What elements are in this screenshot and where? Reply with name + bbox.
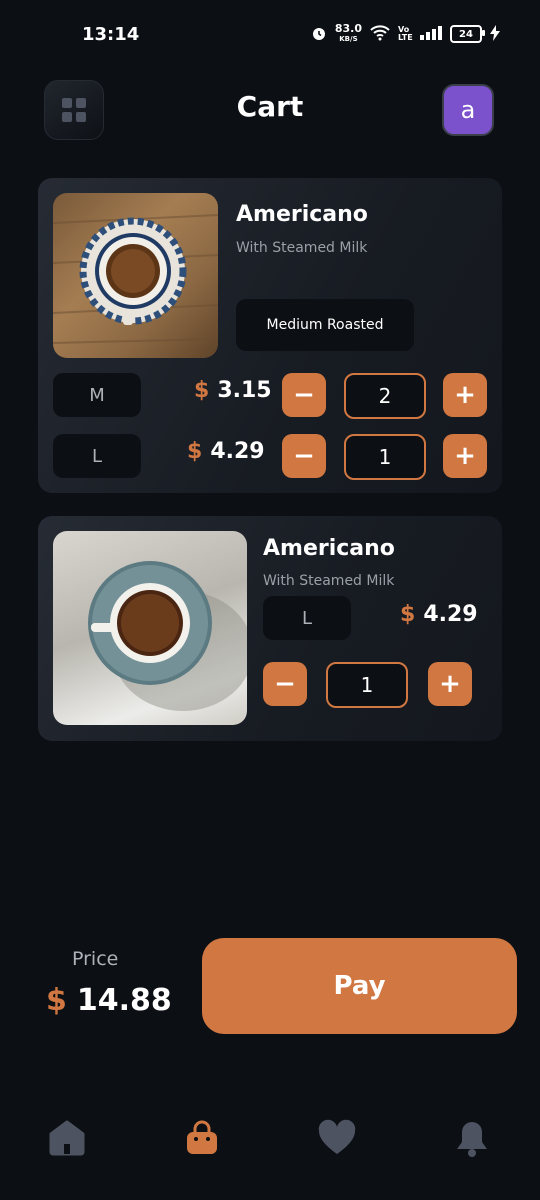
size-price: $ 4.29 — [400, 602, 478, 627]
volte-icon: Vo LTE — [398, 25, 413, 42]
total-price: $ 14.88 — [46, 983, 172, 1018]
coffee-image — [53, 193, 218, 358]
plus-icon: + — [439, 669, 461, 699]
home-icon[interactable] — [45, 1116, 89, 1160]
quantity-field[interactable]: 2 — [344, 373, 426, 419]
bottom-nav — [0, 1100, 540, 1180]
size-badge: L — [263, 596, 351, 640]
minus-icon: − — [293, 441, 315, 471]
coffee-image — [53, 531, 247, 725]
bag-icon[interactable] — [180, 1116, 224, 1160]
bell-icon[interactable] — [450, 1116, 494, 1160]
roast-badge: Medium Roasted — [236, 299, 414, 351]
quantity-field[interactable]: 1 — [326, 662, 408, 708]
product-name: Americano — [263, 536, 395, 561]
size-badge: M — [53, 373, 141, 417]
product-subtitle: With Steamed Milk — [263, 573, 395, 589]
product-subtitle: With Steamed Milk — [236, 240, 368, 256]
minus-icon: − — [274, 669, 296, 699]
size-price: $ 3.15 — [194, 378, 272, 403]
battery-icon: 24 — [450, 25, 485, 43]
status-icons: 83.0 KB/S Vo LTE 24 — [311, 22, 500, 44]
decrease-quantity-button[interactable]: − — [282, 373, 326, 417]
minus-icon: − — [293, 380, 315, 410]
status-bar: 13:14 83.0 KB/S Vo LTE 24 — [0, 0, 540, 72]
charging-icon — [490, 24, 500, 44]
avatar[interactable]: a — [442, 84, 494, 136]
plus-icon: + — [454, 441, 476, 471]
product-name: Americano — [236, 202, 368, 227]
decrease-quantity-button[interactable]: − — [282, 434, 326, 478]
heart-icon[interactable] — [315, 1116, 359, 1160]
size-badge: L — [53, 434, 141, 478]
network-speed: 83.0 KB/S — [334, 22, 362, 43]
signal-icon — [420, 25, 442, 43]
plus-icon: + — [454, 380, 476, 410]
increase-quantity-button[interactable]: + — [443, 434, 487, 478]
wifi-icon — [370, 24, 390, 44]
pay-button[interactable]: Pay — [202, 938, 517, 1034]
size-price: $ 4.29 — [187, 439, 265, 464]
increase-quantity-button[interactable]: + — [443, 373, 487, 417]
header: Cart a — [0, 80, 540, 140]
alarm-icon — [311, 25, 327, 44]
cart-item-card: Americano With Steamed Milk Medium Roast… — [38, 178, 502, 493]
increase-quantity-button[interactable]: + — [428, 662, 472, 706]
cart-item-card: Americano With Steamed Milk L $ 4.29 − 1… — [38, 516, 502, 741]
status-time: 13:14 — [82, 24, 140, 45]
decrease-quantity-button[interactable]: − — [263, 662, 307, 706]
quantity-field[interactable]: 1 — [344, 434, 426, 480]
price-label: Price — [72, 948, 119, 970]
